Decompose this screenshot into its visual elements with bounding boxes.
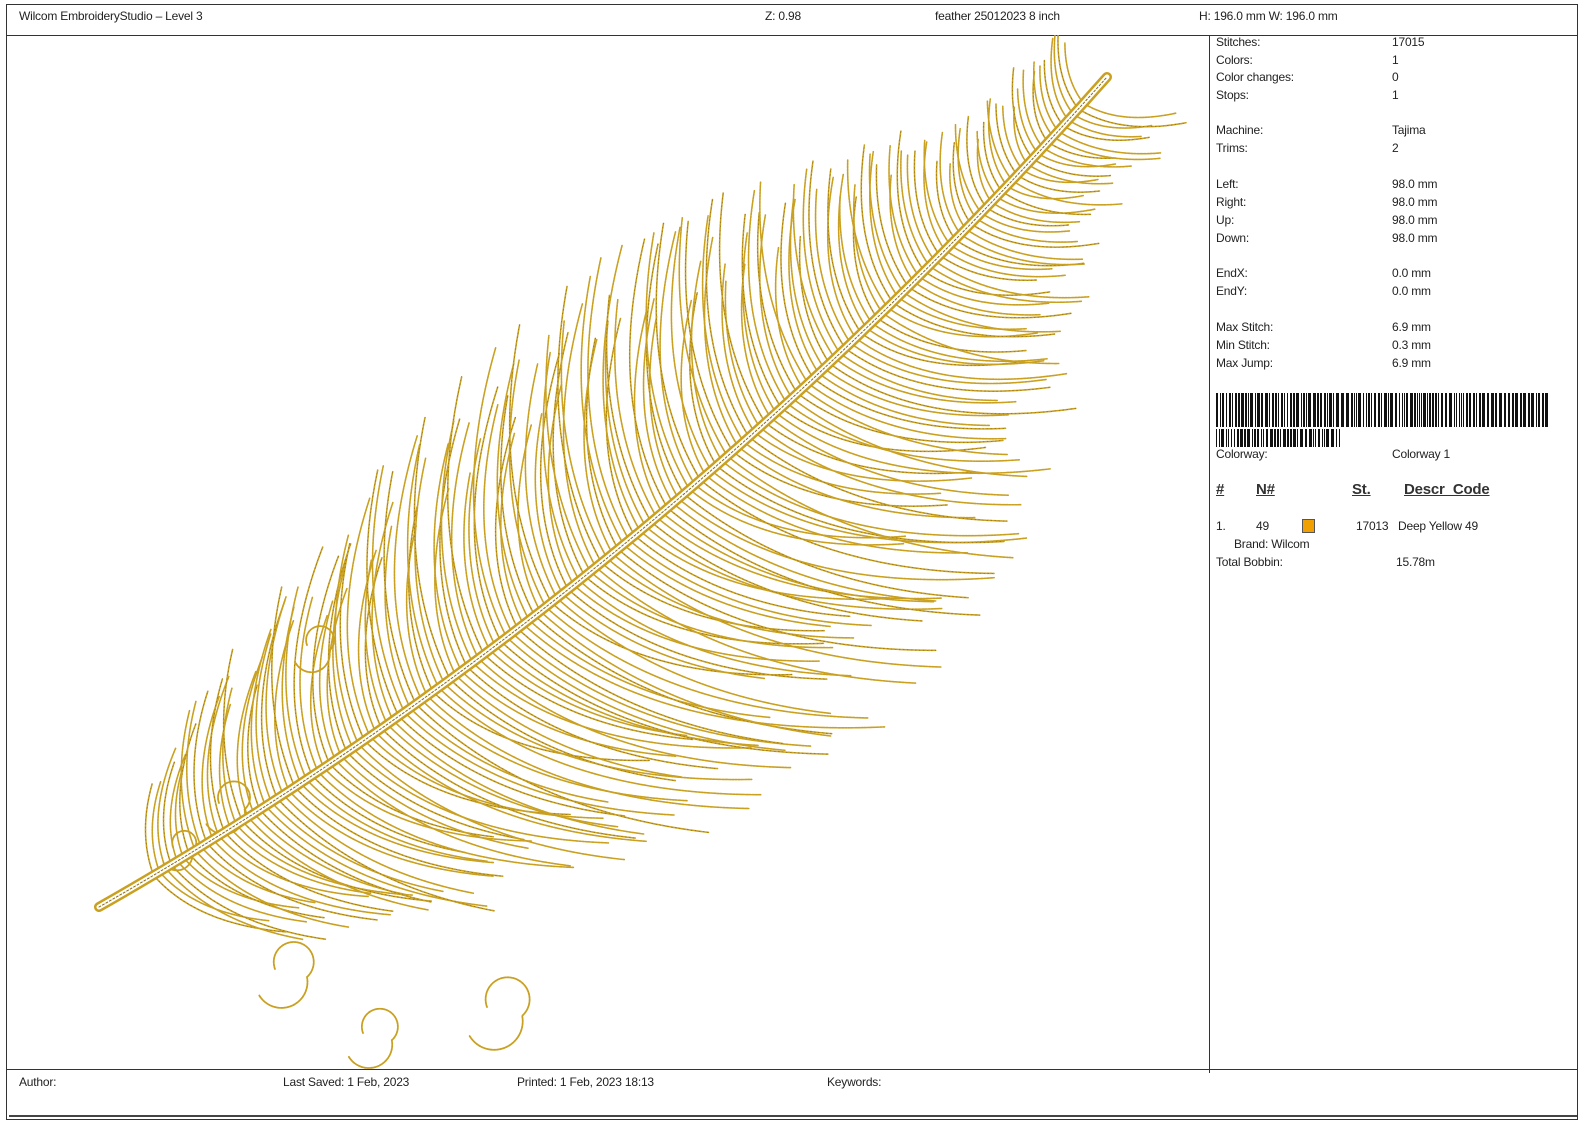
stat-value: 98.0 mm bbox=[1392, 195, 1438, 209]
stat-label: Up: bbox=[1216, 213, 1235, 227]
design-preview bbox=[7, 35, 1210, 1073]
stat-label: EndX: bbox=[1216, 266, 1248, 280]
thread-index: 1. bbox=[1216, 519, 1226, 533]
stat-label: Color changes: bbox=[1216, 70, 1294, 84]
stat-value: 6.9 mm bbox=[1392, 320, 1431, 334]
colorway-label: Colorway: bbox=[1216, 447, 1268, 461]
stat-label: Stops: bbox=[1216, 88, 1249, 102]
bobbin-row: Total Bobbin: 15.78m bbox=[1216, 555, 1556, 571]
stat-label: Min Stitch: bbox=[1216, 338, 1270, 352]
stat-value: 1 bbox=[1392, 88, 1399, 102]
stat-label: Max Jump: bbox=[1216, 356, 1273, 370]
printed-field: Printed: 1 Feb, 2023 18:13 bbox=[517, 1075, 654, 1089]
keywords-field: Keywords: bbox=[827, 1075, 882, 1089]
stats-panel: Stitches: 17015 Colors: 1 Color changes: 0 Sto… bbox=[1210, 35, 1578, 1073]
design-name: feather 25012023 8 inch bbox=[935, 9, 1060, 23]
worksheet-footer: Author: Last Saved: 1 Feb, 2023 Printed:… bbox=[7, 1069, 1577, 1098]
stat-label: Machine: bbox=[1216, 123, 1264, 137]
stat-label: Right: bbox=[1216, 195, 1247, 209]
stat-value: 6.9 mm bbox=[1392, 356, 1431, 370]
col-header-description: Descr_Code bbox=[1404, 481, 1490, 498]
thread-number: 49 bbox=[1256, 519, 1269, 533]
thread-description: Deep Yellow 49 bbox=[1398, 519, 1478, 533]
bobbin-label: Total Bobbin: bbox=[1216, 555, 1283, 569]
stat-value: 17015 bbox=[1392, 35, 1425, 49]
stat-label: Trims: bbox=[1216, 141, 1248, 155]
colorway-value: Colorway 1 bbox=[1392, 447, 1451, 461]
bobbin-value: 15.78m bbox=[1396, 555, 1435, 569]
thread-stitches: 17013 bbox=[1356, 519, 1389, 533]
stat-label: Colors: bbox=[1216, 53, 1253, 67]
col-header-n: N# bbox=[1256, 481, 1275, 498]
stat-value: 98.0 mm bbox=[1392, 177, 1438, 191]
thread-color-swatch bbox=[1302, 519, 1315, 533]
app-title: Wilcom EmbroideryStudio – Level 3 bbox=[19, 9, 203, 23]
feather-embroidery-image bbox=[94, 35, 1187, 1069]
barcode bbox=[1216, 393, 1548, 447]
stat-value: Tajima bbox=[1392, 123, 1426, 137]
thread-row: 1. 49 17013 Deep Yellow 49 bbox=[1216, 519, 1566, 537]
stat-value: 0.0 mm bbox=[1392, 284, 1431, 298]
stat-label: Left: bbox=[1216, 177, 1239, 191]
design-dimensions: H: 196.0 mm W: 196.0 mm bbox=[1199, 9, 1338, 23]
stat-value: 98.0 mm bbox=[1392, 231, 1438, 245]
stat-value: 98.0 mm bbox=[1392, 213, 1438, 227]
stat-label: EndY: bbox=[1216, 284, 1248, 298]
stat-value: 0.3 mm bbox=[1392, 338, 1431, 352]
worksheet-header: Wilcom EmbroideryStudio – Level 3 Z: 0.9… bbox=[7, 5, 1577, 36]
author-field: Author: bbox=[19, 1075, 57, 1089]
stat-value: 0.0 mm bbox=[1392, 266, 1431, 280]
stat-value: 0 bbox=[1392, 70, 1399, 84]
stat-label: Stitches: bbox=[1216, 35, 1261, 49]
stat-value: 2 bbox=[1392, 141, 1399, 155]
colorway-row: Colorway: Colorway 1 bbox=[1216, 447, 1556, 463]
stat-value: 1 bbox=[1392, 53, 1399, 67]
col-header-index: # bbox=[1216, 481, 1225, 498]
last-saved-field: Last Saved: 1 Feb, 2023 bbox=[283, 1075, 410, 1089]
stat-label: Max Stitch: bbox=[1216, 320, 1274, 334]
worksheet-page: Wilcom EmbroideryStudio – Level 3 Z: 0.9… bbox=[6, 4, 1578, 1120]
stat-label: Down: bbox=[1216, 231, 1250, 245]
zoom-level: Z: 0.98 bbox=[765, 9, 801, 23]
thread-brand: Brand: Wilcom bbox=[1234, 537, 1310, 551]
col-header-stitches: St. bbox=[1352, 481, 1371, 498]
